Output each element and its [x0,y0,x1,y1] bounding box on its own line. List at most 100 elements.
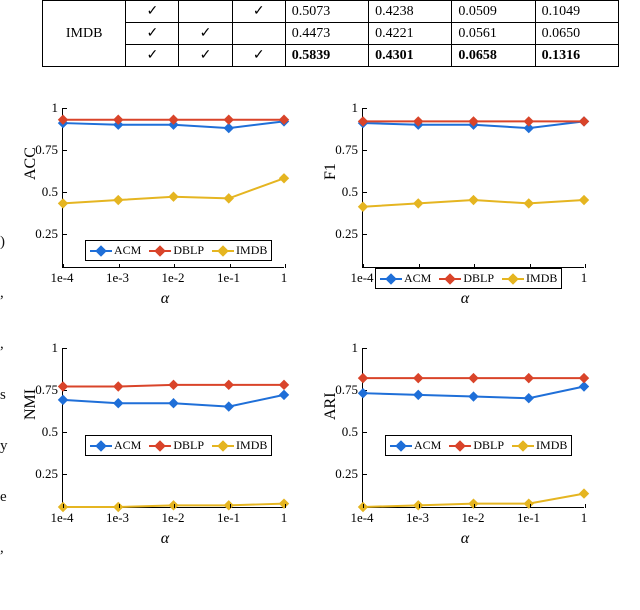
value-cell: 0.0509 [452,1,535,23]
legend-label: DBLP [173,438,204,453]
plot-area [62,348,284,508]
charts-grid: ACC0.250.50.7511e-41e-31e-21e-11αACMDBLP… [30,100,630,580]
check-cell: ✓ [232,45,285,67]
legend-label: IMDB [236,438,267,453]
x-tick-label: 1e-3 [106,270,129,286]
x-axis-label: α [330,290,600,308]
y-ticks: 0.250.50.751 [30,108,60,268]
x-ticks: 1e-41e-31e-21e-11 [62,270,284,288]
x-tick-label: 1 [581,270,588,286]
y-ticks: 0.250.50.751 [330,348,360,508]
series-marker [114,399,123,408]
plot-area [362,348,584,508]
series-marker [114,196,123,205]
y-tick-label: 1 [52,340,59,356]
cropped-char: y [0,438,10,455]
x-tick-mark [230,264,231,268]
series-marker [579,382,588,391]
value-cell: 0.5073 [285,1,368,23]
x-tick-label: 1 [281,270,288,286]
x-tick-mark [419,504,420,508]
legend-label: DBLP [173,243,204,258]
legend-label: ACM [114,243,141,258]
legend-label: IMDB [536,438,567,453]
y-tick-label: 0.25 [335,226,358,242]
legend-label: DBLP [463,271,494,286]
y-tick-label: 0.5 [342,184,358,200]
x-tick-mark [63,264,64,268]
cropped-char: , [0,285,10,302]
chart-f1: F10.250.50.7511e-41e-31e-21e-11αACMDBLPI… [330,100,600,310]
y-tick-label: 1 [352,100,359,116]
cropped-char: ) [0,234,10,251]
legend-label: IMDB [236,243,267,258]
legend-item: IMDB [512,438,567,453]
legend-swatch [439,274,461,284]
value-cell: 0.4238 [369,1,452,23]
series-svg [363,348,584,507]
series-marker [469,392,478,401]
series-marker [524,117,533,126]
series-marker [524,394,533,403]
x-tick-label: 1e-1 [517,510,540,526]
x-tick-label: 1e-4 [350,510,373,526]
x-tick-mark [119,264,120,268]
value-cell: 0.1316 [535,45,618,67]
series-marker [414,390,423,399]
x-tick-label: 1e-2 [161,270,184,286]
check-cell [232,23,285,45]
series-svg [363,108,584,267]
check-cell: ✓ [126,1,179,23]
x-tick-label: 1e-1 [217,510,240,526]
x-tick-label: 1e-4 [350,270,373,286]
y-tick-label: 0.25 [335,466,358,482]
x-tick-mark [363,504,364,508]
y-ticks: 0.250.50.751 [30,348,60,508]
ablation-table: IMDB✓✓0.50730.42380.05090.1049✓✓0.44730.… [42,0,619,67]
series-marker [414,374,423,383]
y-tick-label: 0.75 [35,142,58,158]
chart-legend: ACMDBLPIMDB [375,268,562,289]
x-tick-mark [285,264,286,268]
x-ticks: 1e-41e-31e-21e-11 [362,510,584,528]
legend-swatch [149,246,171,256]
chart-nmi: NMI0.250.50.7511e-41e-31e-21e-11αACMDBLP… [30,340,300,550]
series-marker [224,380,233,389]
value-cell: 0.0658 [452,45,535,67]
x-tick-mark [585,504,586,508]
x-axis-label: α [330,530,600,548]
value-cell: 0.0650 [535,23,618,45]
legend-label: ACM [114,438,141,453]
series-marker [279,380,288,389]
series-marker [279,174,288,183]
x-tick-label: 1 [581,510,588,526]
value-cell: 0.4473 [285,23,368,45]
value-cell: 0.1049 [535,1,618,23]
legend-item: DBLP [149,438,204,453]
y-tick-label: 0.25 [35,226,58,242]
legend-swatch [390,441,412,451]
legend-label: ACM [414,438,441,453]
series-marker [114,382,123,391]
cropped-char: e [0,489,10,506]
x-tick-label: 1e-3 [406,510,429,526]
y-tick-label: 0.75 [335,142,358,158]
series-marker [169,192,178,201]
x-tick-mark [119,504,120,508]
y-tick-label: 0.25 [35,466,58,482]
x-tick-label: 1 [281,510,288,526]
y-tick-label: 1 [352,340,359,356]
y-tick-label: 0.5 [42,184,58,200]
chart-ari: ARI0.250.50.7511e-41e-31e-21e-11αACMDBLP… [330,340,600,550]
legend-item: IMDB [212,438,267,453]
x-tick-label: 1e-2 [161,510,184,526]
stage: IMDB✓✓0.50730.42380.05090.1049✓✓0.44730.… [0,0,640,610]
series-marker [279,390,288,399]
series-marker [469,374,478,383]
cropped-char: , [0,336,10,353]
value-cell: 0.0561 [452,23,535,45]
legend-swatch [449,441,471,451]
series-marker [169,380,178,389]
series-marker [224,194,233,203]
legend-item: DBLP [149,243,204,258]
